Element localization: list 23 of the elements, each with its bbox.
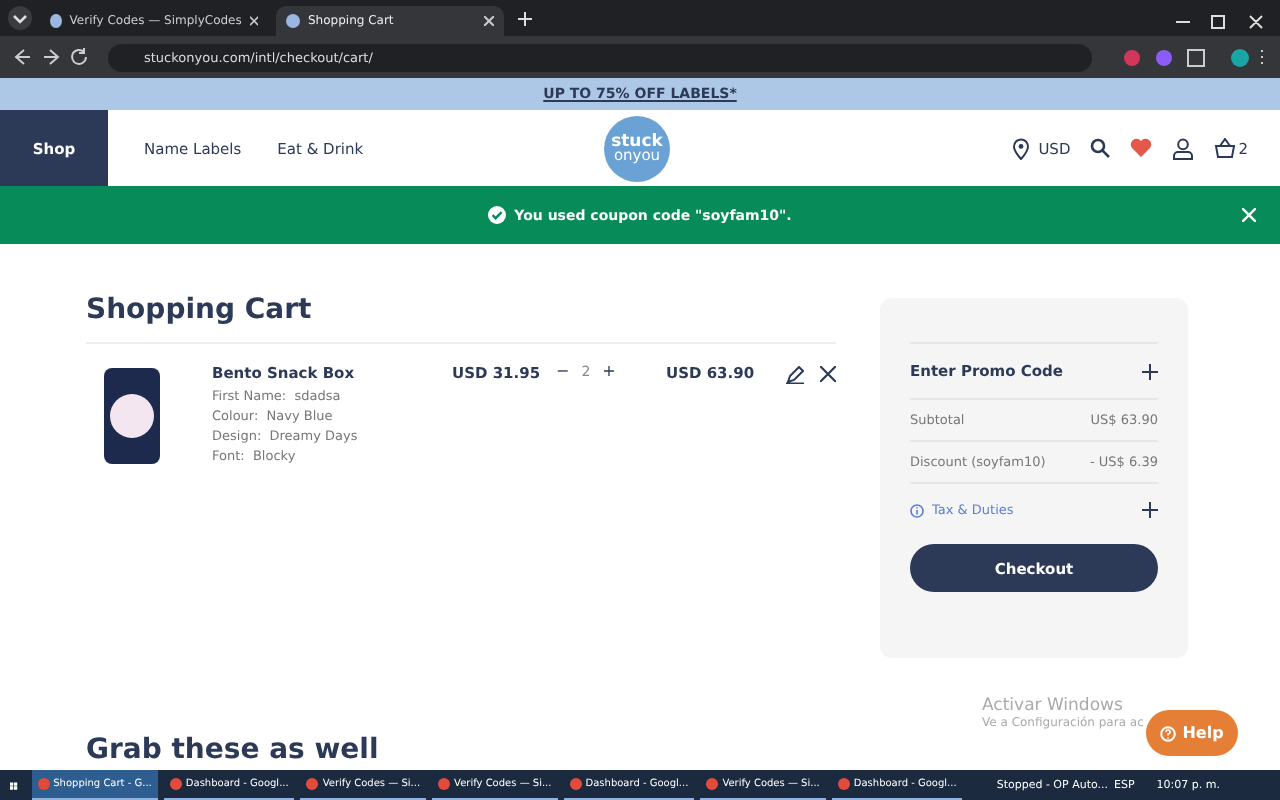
info-icon xyxy=(910,503,924,517)
chevron-down-icon xyxy=(12,13,28,23)
window-controls-icon[interactable] xyxy=(1176,13,1264,29)
navigation-icons[interactable] xyxy=(12,48,92,66)
new-tab-icon[interactable] xyxy=(518,11,532,25)
tab-list-button[interactable] xyxy=(8,6,32,30)
edit-icon[interactable] xyxy=(786,366,804,384)
page-title: Shopping Cart xyxy=(86,294,836,344)
plus-icon[interactable] xyxy=(1142,502,1158,518)
heart-icon[interactable] xyxy=(1130,138,1153,158)
plus-icon[interactable] xyxy=(1142,363,1158,379)
activation-title: Activar Windows xyxy=(982,696,1125,716)
search-icon[interactable] xyxy=(1090,138,1111,158)
question-circle-icon xyxy=(1160,725,1177,741)
increase-button[interactable]: + xyxy=(602,362,616,380)
user-icon[interactable] xyxy=(1172,137,1195,159)
location-pin-icon xyxy=(1012,137,1031,159)
close-icon[interactable] xyxy=(820,366,836,382)
decrease-button[interactable]: − xyxy=(556,362,570,380)
snack-box-drawing xyxy=(104,368,160,464)
check-circle-icon xyxy=(488,206,507,224)
section-title: Grab these as well xyxy=(86,734,381,766)
basket-icon xyxy=(1214,138,1237,158)
